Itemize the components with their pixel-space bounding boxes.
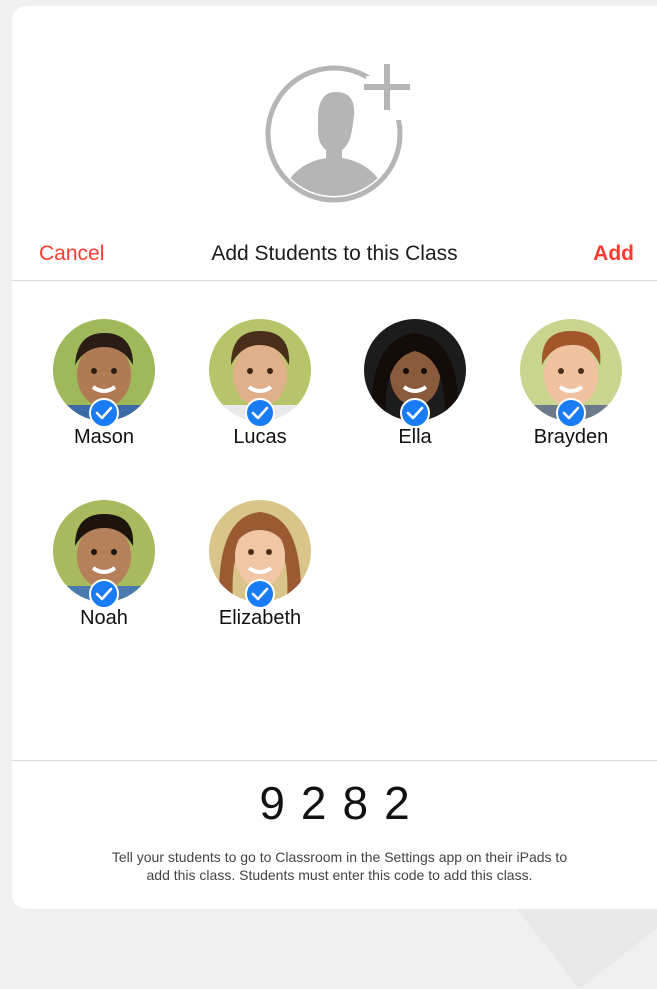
divider — [12, 280, 657, 281]
student-name: Ella — [398, 426, 432, 448]
student-name: Lucas — [233, 426, 287, 448]
student-item-elizabeth[interactable]: Elizabeth — [195, 500, 325, 630]
student-item-noah[interactable]: Noah — [39, 500, 169, 630]
checkmark-circle-icon — [89, 579, 119, 609]
avatar — [209, 500, 311, 609]
checkmark-circle-icon — [556, 398, 586, 428]
divider — [12, 760, 657, 761]
student-item-lucas[interactable]: Lucas — [195, 319, 325, 449]
student-name: Brayden — [533, 426, 609, 448]
checkmark-circle-icon — [245, 579, 275, 609]
student-item-brayden[interactable]: Brayden — [506, 319, 636, 449]
avatar — [209, 319, 311, 428]
add-person-icon — [265, 64, 410, 203]
checkmark-circle-icon — [245, 398, 275, 428]
instructions-line: Tell your students to go to Classroom in… — [111, 849, 568, 865]
page-title: Add Students to this Class — [211, 242, 458, 265]
checkmark-circle-icon — [400, 398, 430, 428]
instructions-line: add this class. Students must enter this… — [146, 867, 533, 883]
avatar — [520, 319, 622, 428]
student-name: Mason — [73, 426, 135, 448]
class-code: 9282 — [259, 777, 426, 829]
student-name: Elizabeth — [218, 607, 302, 629]
checkmark-circle-icon — [89, 398, 119, 428]
add-students-sheet: Cancel Add Students to this Class Add Ma… — [12, 6, 657, 909]
instructions-text: Tell your students to go to Classroom in… — [32, 848, 647, 884]
avatar — [53, 500, 155, 609]
add-button[interactable]: Add — [593, 242, 634, 266]
student-item-ella[interactable]: Ella — [350, 319, 480, 449]
student-name: Noah — [80, 607, 128, 629]
student-item-mason[interactable]: Mason — [39, 319, 169, 449]
avatar — [364, 319, 466, 428]
nav-bar: Cancel Add Students to this Class Add — [12, 230, 657, 282]
avatar — [53, 319, 155, 428]
